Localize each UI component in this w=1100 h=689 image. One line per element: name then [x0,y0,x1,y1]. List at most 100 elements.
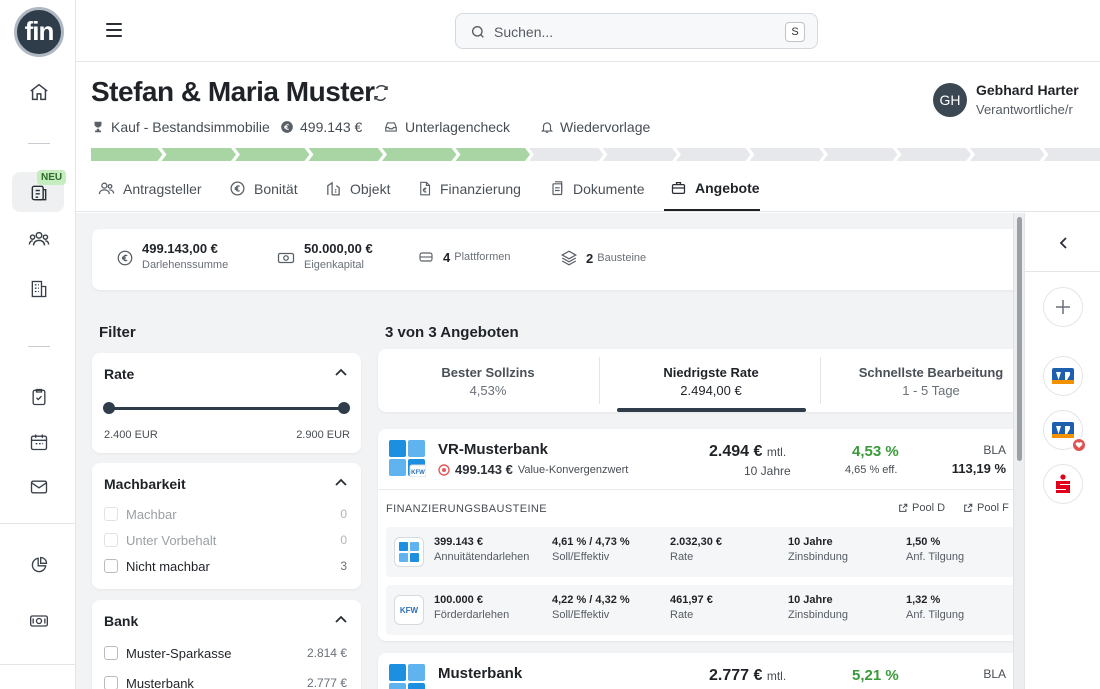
summary-label: Plattformen [454,251,511,263]
chevron-up-icon[interactable] [335,615,347,623]
meta-followup[interactable]: Wiedervorlage [540,119,650,135]
monthly-rate: 2.494 € mtl. [709,443,786,461]
sort-lowest-rate[interactable]: Niedrigste Rate 2.494,00 € [601,349,821,412]
component-interest: 4,61 % / 4,73 % Soll/Effektiv [552,536,630,563]
search-input[interactable]: Suchen... S [455,13,818,49]
heart-icon [1071,437,1087,453]
feasibility-option-nicht-machbar[interactable]: Nicht machbar 3 [104,556,347,576]
chevron-up-icon[interactable] [335,368,347,376]
tab-dokumente[interactable]: Dokumente [549,180,645,197]
feasibility-option-vorbehalt[interactable]: Unter Vorbehalt 0 [104,530,347,550]
pool-link[interactable]: Pool F [963,502,1009,514]
tab-finanzierung[interactable]: Finanzierung [417,180,521,197]
cell-value: 461,97 € [670,594,713,606]
summary-value: 4 [443,249,451,265]
interest-rate: 5,21 % [852,667,899,684]
briefcase-icon [671,182,686,194]
meta-purpose-text: Kauf - Bestandsimmobilie [111,119,270,135]
cell-label: Zinsbindung [788,609,848,621]
rate-slider-track [109,407,344,410]
sort-best-interest[interactable]: Bester Sollzins 4,53% [378,349,598,412]
option-count: 2.814 € [306,646,347,660]
euro-circle-icon [117,250,133,266]
value-amount: 499.143 € [455,462,513,477]
cell-value: 4,61 % / 4,73 % [552,536,630,548]
chevron-left-icon[interactable] [1059,237,1067,249]
owner-avatar[interactable]: GH [933,83,967,117]
cell-label: Soll/Effektiv [552,609,610,621]
money-icon[interactable] [26,608,52,634]
menu-icon[interactable] [106,23,122,37]
offer-card[interactable]: KFW VR-Musterbank 499.143 € Value-Konver… [378,429,1020,641]
building-icon [327,181,340,196]
summary-value: 2 [586,250,594,266]
monthly-rate: 2.777 € mtl. [709,667,786,685]
bank-option[interactable]: Muster-Sparkasse 2.814 € [104,643,347,663]
customers-icon[interactable] [26,226,52,252]
component-row: KFW 100.000 € Förderdarlehen 4,22 % / 4,3… [386,585,1016,635]
tab-label: Objekt [350,180,391,197]
tab-bonitaet[interactable]: Bonität [229,180,298,197]
sparkasse-icon [1056,474,1070,493]
cell-value: 2.032,30 € [670,536,722,548]
progress-steps [91,148,1100,161]
bla-label: BLA [983,667,1006,681]
plus-icon [1056,300,1070,314]
meta-followup-text: Wiedervorlage [560,119,651,135]
buildings-icon[interactable] [26,276,52,302]
svg-text:KFW: KFW [411,470,425,476]
checkbox[interactable] [104,646,118,660]
component-fixation: 10 Jahre Zinsbindung [788,536,848,563]
home-icon[interactable] [26,79,52,105]
sort-fastest[interactable]: Schnellste Bearbeitung 1 - 5 Tage [821,349,1024,412]
pool-link[interactable]: Pool D [898,502,945,514]
rate-value: 2.777 € [709,667,763,684]
meta-amount: 499.143 € [280,119,362,135]
offer-card[interactable]: Musterbank 2.777 € mtl. 5,21 % BLA [378,653,1020,689]
tab-antragsteller[interactable]: Antragsteller [98,180,202,197]
scrollbar-thumb[interactable] [1017,217,1022,461]
option-label: Musterbank [126,675,194,689]
pie-chart-icon[interactable] [26,552,52,578]
add-button[interactable] [1043,287,1083,327]
vr-bank-favorite-shortcut[interactable] [1043,410,1087,453]
refresh-icon[interactable] [372,84,390,107]
calendar-icon[interactable] [26,429,52,455]
component-repayment: 1,32 % Anf. Tilgung [906,594,964,621]
filter-bank-title: Bank [104,613,139,629]
summary-equity: 50.000,00 € Eigenkapital [276,241,373,271]
document-euro-icon [420,181,431,196]
component-amount: 100.000 € Förderdarlehen [434,594,509,621]
sort-value: 2.494,00 € [680,383,742,398]
fin-logo[interactable]: fin [14,7,64,57]
chevron-up-icon[interactable] [335,478,347,486]
feasibility-option-machbar[interactable]: Machbar 0 [104,504,347,524]
rate-slider-min-handle[interactable] [103,402,115,414]
summary-components: 2 Bausteine [560,249,646,267]
clipboard-check-icon[interactable] [26,384,52,410]
checkbox[interactable] [104,507,118,521]
summary-label: Eigenkapital [304,259,364,271]
sparkasse-shortcut[interactable] [1043,464,1083,504]
top-bar: Suchen... S [76,0,1100,62]
tab-label: Finanzierung [440,180,521,197]
meta-status-text: Unterlagencheck [405,119,511,135]
filter-rate-card: Rate 2.400 EUR 2.900 EUR [92,353,361,453]
tab-objekt[interactable]: Objekt [325,180,390,197]
checkbox[interactable] [104,676,118,689]
component-amount: 399.143 € Annuitätendarlehen [434,536,529,563]
rate-slider-max-handle[interactable] [338,402,350,414]
meta-status[interactable]: Unterlagencheck [383,119,510,135]
mail-icon[interactable] [26,474,52,500]
filter-feasibility-card: Machbarkeit Machbar 0 Unter Vorbehalt 0 Ni… [92,463,361,589]
tab-angebote[interactable]: Angebote [670,180,760,196]
checkbox[interactable] [104,533,118,547]
option-count: 2.777 € [306,676,347,689]
value-note: Value-Konvergenzwert [517,463,629,476]
bank-option[interactable]: Musterbank 2.777 € [104,673,347,689]
vr-bank-shortcut[interactable] [1043,356,1083,396]
checkbox[interactable] [104,559,118,573]
content-scrollbar[interactable] [1013,213,1024,689]
sort-label: Niedrigste Rate [663,365,759,380]
vr-bank-icon [1052,368,1074,384]
